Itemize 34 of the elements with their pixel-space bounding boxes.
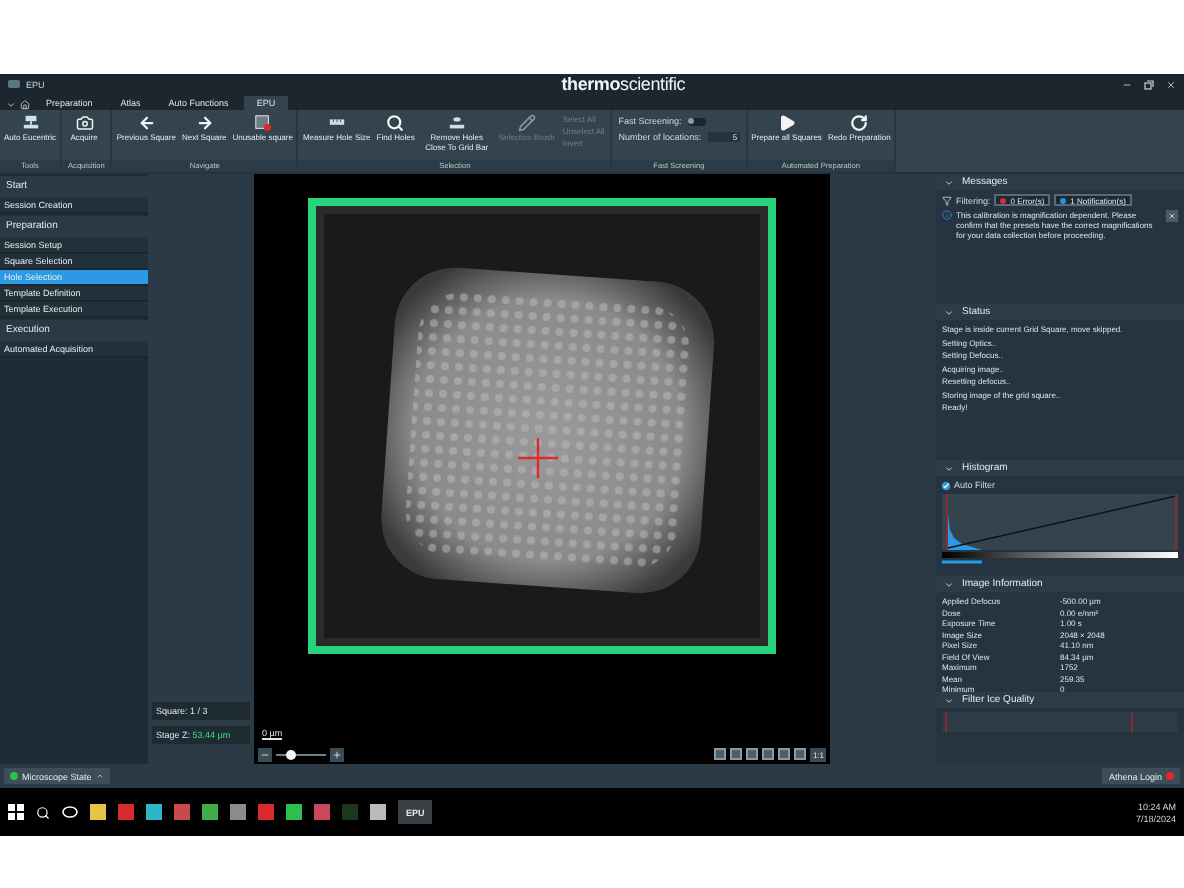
zoom-out-button[interactable] <box>258 747 272 761</box>
collapse-chevron-icon[interactable] <box>944 307 954 317</box>
plus-icon <box>332 749 342 759</box>
filter-icon <box>942 195 952 205</box>
stage-icon <box>21 114 39 132</box>
info-icon <box>942 209 952 219</box>
grid-bar-icon <box>447 114 466 132</box>
search-icon <box>386 114 405 132</box>
dropdown-icon[interactable] <box>6 100 16 110</box>
redo-icon <box>850 114 869 132</box>
minimize-icon[interactable] <box>1122 79 1132 89</box>
toggle-switch[interactable] <box>687 117 706 125</box>
minus-icon <box>260 749 270 759</box>
home-icon[interactable] <box>20 100 30 110</box>
collapse-chevron-icon[interactable] <box>944 695 954 705</box>
collapse-chevron-icon[interactable] <box>944 463 954 473</box>
zoom-in-button[interactable] <box>330 747 344 761</box>
brand-logo: thermoscientific <box>559 74 686 94</box>
pencil-icon <box>517 114 536 132</box>
search-icon[interactable] <box>36 805 50 819</box>
task-view-icon[interactable] <box>62 804 78 820</box>
restore-icon[interactable] <box>1144 79 1154 89</box>
left-arrow-icon <box>137 114 156 132</box>
status-dot <box>1166 772 1174 780</box>
camera-icon <box>75 114 94 132</box>
status-dot <box>10 772 18 780</box>
collapse-chevron-icon[interactable] <box>944 579 954 589</box>
app-icon <box>8 80 20 88</box>
checkbox[interactable] <box>942 481 950 489</box>
right-arrow-icon <box>195 114 214 132</box>
collapse-chevron-icon[interactable] <box>944 177 954 187</box>
play-icon <box>777 114 796 132</box>
start-icon[interactable] <box>8 804 24 820</box>
dismiss-button[interactable] <box>1166 209 1178 221</box>
